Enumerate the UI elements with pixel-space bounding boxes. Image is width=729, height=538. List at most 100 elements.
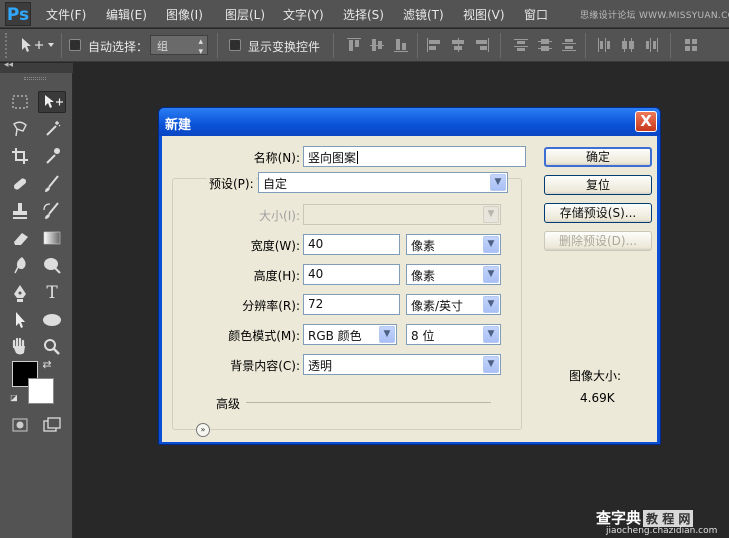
rectangular-marquee-icon[interactable] [6,91,34,113]
type-icon[interactable]: T [38,282,66,304]
dodge-icon[interactable] [38,254,66,276]
distribute-hcenter-icon[interactable] [621,38,635,52]
color-mode-value: RGB 颜色 [308,329,362,343]
default-colors-icon[interactable]: ◪ [6,391,22,405]
advanced-label[interactable]: 高级 [216,395,240,412]
watermark-top: 思缘设计论坛 WWW.MISSYUAN.COM [580,11,729,21]
height-label: 高度(H): [253,269,300,283]
resolution-input[interactable]: 72 [303,294,400,315]
chevron-down-icon: ▼ [483,236,499,253]
clone-stamp-icon[interactable] [6,200,34,222]
screen-mode-icon[interactable] [38,414,66,436]
align-top-icon[interactable] [347,38,361,52]
name-input[interactable]: 竖向图案 [303,146,526,167]
preset-label: 预设(P): [207,175,256,192]
align-bottom-icon[interactable] [394,38,408,52]
resolution-unit-value: 像素/英寸 [411,299,464,313]
auto-align-icon[interactable] [684,38,698,52]
background-contents-dropdown[interactable]: 透明 ▼ [303,354,501,375]
dialog-body: 名称(N): 竖向图案 预设(P): 自定 ▼ 大小(I): ▼ 宽度(W): … [162,136,657,442]
options-divider [417,33,418,58]
align-right-icon[interactable] [475,38,489,52]
chevron-down-icon: ▼ [483,266,499,283]
resolution-unit-dropdown[interactable]: 像素/英寸 ▼ [406,294,501,315]
move-tool-icon[interactable] [18,36,58,54]
eyedropper-icon[interactable] [38,145,66,167]
align-hcenter-icon[interactable] [451,38,465,52]
crop-icon[interactable] [6,145,34,167]
image-size-label: 图像大小: [569,369,622,383]
color-mode-dropdown[interactable]: RGB 颜色 ▼ [303,324,397,345]
photoshop-logo: Ps [5,2,31,26]
toolbox-grip[interactable] [24,77,46,80]
distribute-left-icon[interactable] [597,38,611,52]
swap-colors-icon[interactable]: ⇄ [37,357,57,373]
menu-filter[interactable]: 滤镜(T) [403,6,444,23]
path-selection-icon[interactable] [6,309,34,331]
move-icon[interactable] [38,91,66,113]
zoom-icon[interactable] [38,336,66,358]
magic-wand-icon[interactable] [38,118,66,140]
width-unit-dropdown[interactable]: 像素 ▼ [406,234,501,255]
distribute-right-icon[interactable] [645,38,659,52]
watermark-bottom: 查字典教 程 网 [596,507,694,528]
auto-select-checkbox[interactable] [69,39,81,51]
menu-type[interactable]: 文字(Y) [283,6,324,23]
height-unit-dropdown[interactable]: 像素 ▼ [406,264,501,285]
toolbox-header[interactable]: ◂◂ [0,60,73,73]
preset-dropdown[interactable]: 自定 ▼ [258,172,508,193]
options-divider [670,33,671,58]
menu-edit[interactable]: 编辑(E) [106,6,147,23]
close-button[interactable]: X [635,111,657,132]
background-color-swatch[interactable] [28,378,54,404]
menu-layer[interactable]: 图层(L) [225,6,265,23]
expand-advanced-icon[interactable]: » [196,423,210,437]
align-left-icon[interactable] [427,38,441,52]
options-bar: 自动选择： 组 ▴ ▾ 显示变换控件 [0,29,729,62]
distribute-bottom-icon[interactable] [562,38,576,52]
menu-image[interactable]: 图像(I) [166,6,203,23]
watermark-boxed: 教 程 网 [643,510,694,527]
preset-value: 自定 [263,177,288,191]
history-brush-icon[interactable] [38,200,66,222]
options-divider [61,33,62,58]
brush-icon[interactable] [38,173,66,195]
quick-mask-icon[interactable] [6,414,34,436]
align-vcenter-icon[interactable] [370,38,384,52]
dialog-title: 新建 [165,118,192,133]
options-grip[interactable] [5,33,9,58]
hand-icon[interactable] [6,336,34,358]
healing-brush-icon[interactable] [6,173,34,195]
ok-button[interactable]: 确定 [544,147,652,167]
menu-select[interactable]: 选择(S) [343,6,384,23]
blur-icon[interactable] [6,254,34,276]
width-input[interactable]: 40 [303,234,400,255]
chevron-down-icon: ▼ [379,326,395,343]
name-label: 名称(N): [253,151,300,165]
width-value: 40 [308,237,324,251]
auto-select-label: 自动选择： [88,40,149,54]
menu-window[interactable]: 窗口 [524,6,548,23]
dialog-titlebar[interactable]: 新建 X [159,108,660,136]
menu-file[interactable]: 文件(F) [46,6,86,23]
ellipse-icon[interactable] [38,309,66,331]
size-label: 大小(I): [259,209,300,223]
size-dropdown[interactable]: ▼ [303,204,501,225]
resolution-label: 分辨率(R): [242,299,300,313]
gradient-icon[interactable] [38,227,66,249]
auto-select-dropdown[interactable]: 组 ▴ ▾ [150,35,208,57]
bit-depth-dropdown[interactable]: 8 位 ▼ [406,324,501,345]
reset-button[interactable]: 复位 [544,175,652,195]
eraser-icon[interactable] [6,227,34,249]
lasso-icon[interactable] [6,118,34,140]
show-transform-checkbox[interactable] [229,39,241,51]
collapse-icon[interactable]: ◂◂ [4,60,13,70]
distribute-vcenter-icon[interactable] [538,38,552,52]
distribute-top-icon[interactable] [514,38,528,52]
pen-icon[interactable] [6,282,34,304]
save-preset-button[interactable]: 存储预设(S)... [544,203,652,223]
menu-view[interactable]: 视图(V) [463,6,505,23]
delete-preset-button[interactable]: 删除预设(D)... [544,231,652,251]
height-input[interactable]: 40 [303,264,400,285]
background-contents-value: 透明 [308,359,333,373]
